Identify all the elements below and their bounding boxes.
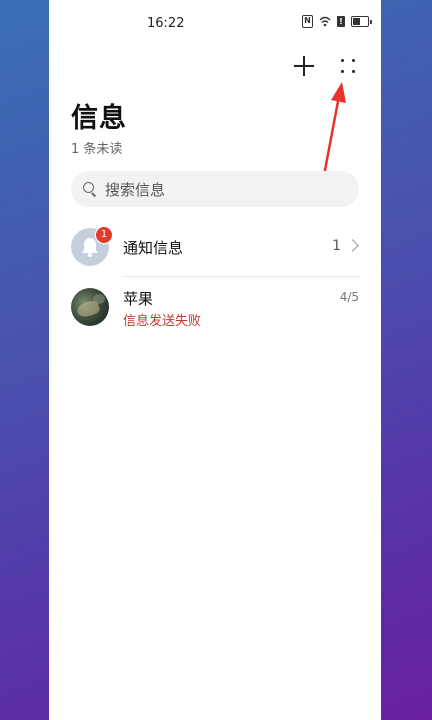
more-dots-icon [341, 59, 355, 73]
nfc-icon: N [302, 15, 313, 28]
unread-badge: 1 [95, 226, 113, 244]
messages-screen: 16:22 N ! 信息 1 条未读 搜索信息 1 通知信息 1 苹果 信息发送… [49, 0, 381, 720]
avatar: 1 [71, 226, 113, 266]
conversation-item-notifications[interactable]: 1 通知信息 1 [71, 226, 359, 270]
conversation-date: 4/5 [339, 290, 359, 304]
more-options-button[interactable] [334, 52, 362, 80]
conversation-name: 通知信息 [123, 239, 184, 257]
message-count: 1 [332, 238, 341, 254]
avatar [71, 288, 109, 326]
unread-count: 1 条未读 [71, 142, 123, 157]
wifi-icon [319, 16, 331, 27]
alert-icon: ! [337, 16, 345, 27]
battery-icon [351, 16, 372, 27]
page-title: 信息 [71, 103, 127, 134]
divider [123, 276, 359, 277]
status-icons: N ! [302, 15, 372, 28]
new-message-button[interactable] [290, 52, 318, 80]
send-failed-status: 信息发送失败 [123, 314, 202, 329]
search-icon [83, 182, 97, 196]
conversation-name: 苹果 [123, 290, 154, 308]
status-bar: 16:22 N ! [49, 0, 381, 46]
conversation-item-apple[interactable]: 苹果 信息发送失败 4/5 [71, 284, 359, 330]
search-bar[interactable]: 搜索信息 [71, 171, 359, 207]
chevron-right-icon [346, 239, 359, 252]
plus-icon [294, 56, 314, 76]
search-placeholder: 搜索信息 [105, 180, 166, 199]
status-time: 16:22 [147, 16, 185, 31]
